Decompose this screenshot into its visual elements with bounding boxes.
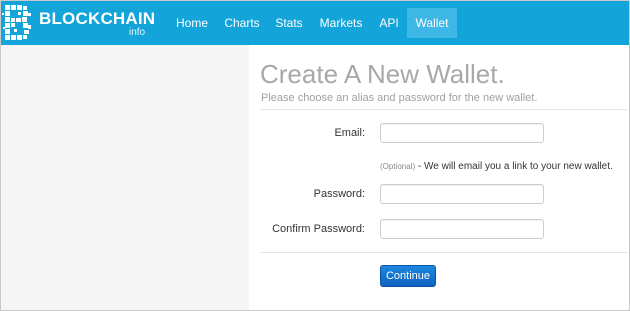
brand-name: BLOCKCHAIN	[39, 9, 156, 28]
continue-button[interactable]: Continue	[380, 265, 436, 287]
top-navbar: BLOCKCHAIN info Home Charts Stats Market…	[1, 1, 629, 45]
title-divider	[260, 109, 627, 110]
password-label: Password:	[313, 188, 365, 200]
left-side-panel	[1, 45, 249, 310]
password-field[interactable]	[380, 184, 544, 204]
nav-charts[interactable]: Charts	[217, 8, 267, 38]
confirm-password-field[interactable]	[380, 219, 544, 239]
brand-subtitle: info	[129, 27, 146, 38]
brand-logo[interactable]: BLOCKCHAIN info	[1, 1, 161, 45]
nav-wallet[interactable]: Wallet	[407, 8, 457, 38]
nav-markets[interactable]: Markets	[311, 8, 371, 38]
email-field[interactable]	[380, 123, 544, 143]
nav-stats[interactable]: Stats	[267, 8, 311, 38]
nav-home[interactable]: Home	[167, 8, 217, 38]
form-divider	[260, 252, 627, 253]
email-label: Email:	[334, 127, 365, 139]
confirm-password-label: Confirm Password:	[272, 223, 365, 235]
page-title: Create A New Wallet.	[260, 59, 505, 89]
nav-api[interactable]: API	[371, 8, 407, 38]
blockchain-b-logo-icon	[2, 5, 31, 40]
email-help-message: - We will email you a link to your new w…	[415, 161, 613, 172]
optional-note: (Optional)	[380, 162, 416, 171]
page-subtitle: Please choose an alias and password for …	[261, 92, 538, 104]
page-frame: BLOCKCHAIN info Home Charts Stats Market…	[0, 0, 630, 311]
email-help-text: (Optional) - We will email you a link to…	[380, 156, 613, 174]
